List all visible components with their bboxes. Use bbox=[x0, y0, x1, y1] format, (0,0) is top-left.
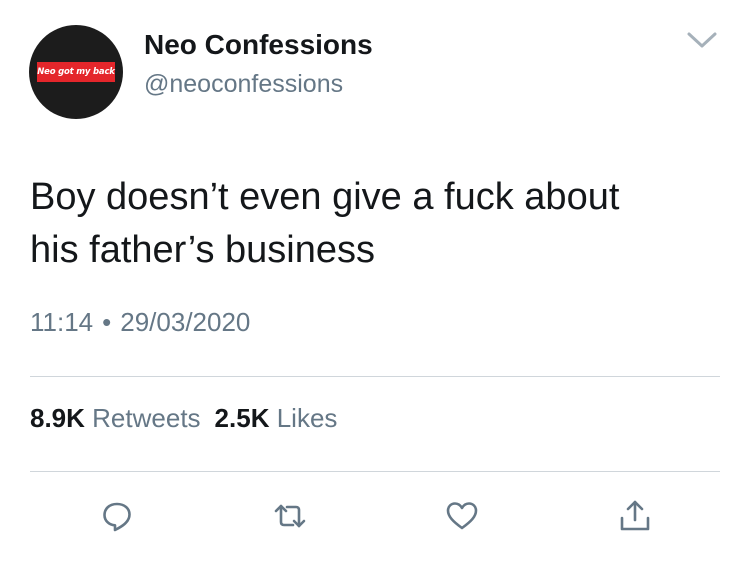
retweets-label: Retweets bbox=[92, 403, 201, 433]
likes-label: Likes bbox=[276, 403, 338, 433]
tweet-text-line: his father’s business bbox=[30, 229, 376, 271]
share-icon bbox=[620, 500, 650, 531]
tweet-stats: 8.9K Retweets 2.5K Likes bbox=[30, 403, 337, 434]
display-name[interactable]: Neo Confessions bbox=[144, 29, 373, 61]
chevron-down-icon bbox=[687, 32, 717, 48]
avatar-label: Neo got my back bbox=[37, 62, 115, 82]
tweet-time: 11:14 bbox=[30, 307, 94, 337]
reply-button[interactable] bbox=[99, 498, 135, 534]
likes-count: 2.5K bbox=[214, 403, 270, 433]
retweet-icon bbox=[274, 504, 306, 528]
retweet-button[interactable] bbox=[272, 498, 308, 534]
retweets-count: 8.9K bbox=[30, 403, 85, 433]
tweet-timestamp[interactable]: 11:14 • 29/03/2020 bbox=[30, 307, 250, 338]
like-button[interactable] bbox=[444, 498, 480, 534]
tweet-text: Boy doesn’t even give a fuck about his f… bbox=[30, 171, 720, 277]
timestamp-separator: • bbox=[102, 307, 112, 337]
heart-icon bbox=[446, 502, 478, 530]
divider bbox=[30, 376, 720, 377]
share-button[interactable] bbox=[617, 498, 653, 534]
tweet-text-line: Boy doesn’t even give a fuck about bbox=[30, 176, 620, 218]
reply-icon bbox=[103, 502, 131, 532]
more-options-button[interactable] bbox=[683, 28, 721, 52]
retweets-stat[interactable]: 8.9K Retweets bbox=[30, 403, 201, 433]
tweet-card: Neo got my back Neo Confessions @neoconf… bbox=[0, 0, 750, 564]
likes-stat[interactable]: 2.5K Likes bbox=[215, 403, 338, 433]
divider bbox=[30, 471, 720, 472]
tweet-date: 29/03/2020 bbox=[120, 307, 251, 337]
avatar[interactable]: Neo got my back bbox=[29, 25, 123, 119]
user-handle[interactable]: @neoconfessions bbox=[144, 70, 343, 99]
